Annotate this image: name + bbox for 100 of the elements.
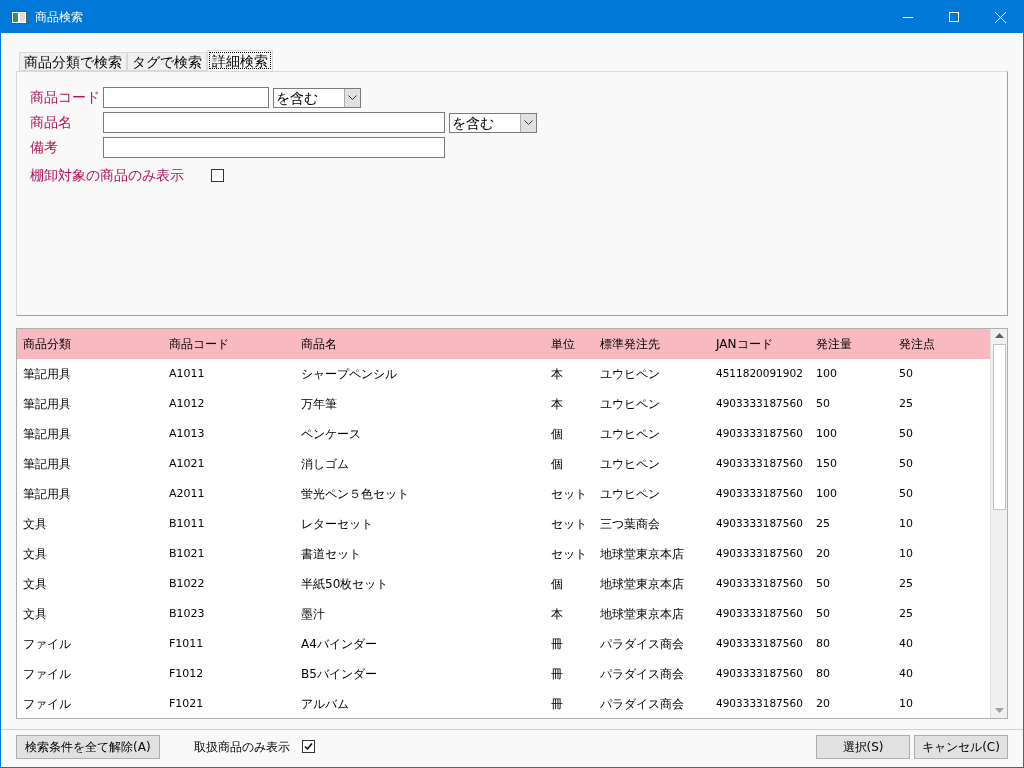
text-field[interactable] xyxy=(103,87,269,108)
table-cell-text: 4903333187560 xyxy=(715,456,804,472)
table-cell-text: レターセット xyxy=(300,516,374,533)
table-cell-text: 筆記用具 xyxy=(22,396,72,413)
handled-only-label: 取扱商品のみ表示 xyxy=(193,738,290,756)
table-cell-text: F1011 xyxy=(168,635,205,652)
tab[interactable]: タグで検索 xyxy=(127,52,207,71)
table-cell-text: 本 xyxy=(550,606,564,623)
table-cell-text: 80 xyxy=(815,665,831,682)
table-cell-text: 墨汁 xyxy=(300,606,326,623)
table-cell-text: シャープペンシル xyxy=(300,366,398,383)
table-cell-text: B1022 xyxy=(168,575,206,592)
table-cell-text: A1012 xyxy=(168,395,206,412)
scrollbar[interactable] xyxy=(990,329,1007,718)
table-cell-text: F1021 xyxy=(168,695,205,712)
filter-label: 商品コード xyxy=(30,88,101,107)
table-cell-text: 50 xyxy=(815,395,831,412)
table-cell-text: 4903333187560 xyxy=(715,516,804,532)
scroll-up-icon[interactable] xyxy=(994,333,1004,338)
app-icon xyxy=(11,10,27,24)
table-cell-text: 25 xyxy=(898,575,914,592)
operator-select[interactable]: を含む xyxy=(273,87,361,108)
table-cell-text: 100 xyxy=(815,425,838,442)
table-cell-text: 4903333187560 xyxy=(715,546,804,562)
checkbox[interactable] xyxy=(211,168,224,182)
filter-label: 商品名 xyxy=(30,113,73,132)
tab[interactable]: 詳細検索 xyxy=(207,50,273,71)
table-cell-text: 筆記用具 xyxy=(22,486,72,503)
scroll-thumb[interactable] xyxy=(992,344,1006,510)
table-cell-text: 万年筆 xyxy=(300,396,338,413)
table-cell-text: 筆記用具 xyxy=(22,456,72,473)
table-cell-text: 25 xyxy=(898,605,914,622)
table-cell-text: 4903333187560 xyxy=(715,696,804,712)
table-cell-text: 4903333187560 xyxy=(715,606,804,622)
table-cell-text: パラダイス商会 xyxy=(599,666,685,683)
clear-conditions-button[interactable]: 検索条件を全て解除(A) xyxy=(16,734,160,759)
text-field[interactable] xyxy=(103,112,445,133)
table-cell-text: ユウヒペン xyxy=(599,396,661,413)
dropdown-icon xyxy=(344,88,360,107)
table-cell-text: 10 xyxy=(898,695,914,712)
table-cell-text: 個 xyxy=(550,456,564,473)
column-header[interactable]: 商品コード xyxy=(163,335,295,353)
column-header[interactable]: 発注点 xyxy=(893,335,973,353)
table-cell-text: F1012 xyxy=(168,665,205,682)
table-cell-text: 50 xyxy=(898,485,914,502)
column-header[interactable]: 単位 xyxy=(545,335,594,353)
scroll-down-icon[interactable] xyxy=(994,708,1004,713)
filter-label: 備考 xyxy=(30,138,59,157)
table-cell-text: ファイル xyxy=(22,636,72,653)
column-header[interactable]: 商品名 xyxy=(295,335,545,353)
table-cell-text: 蛍光ペン５色セット xyxy=(300,486,410,503)
column-header[interactable]: 発注量 xyxy=(810,335,893,353)
column-header[interactable]: 標準発注先 xyxy=(594,335,710,353)
checkbox[interactable] xyxy=(301,740,315,753)
table-cell-text: 100 xyxy=(815,365,838,382)
table-cell-text: B1011 xyxy=(168,515,206,532)
table-cell-text: 50 xyxy=(898,425,914,442)
table-cell-text: 書道セット xyxy=(300,546,362,563)
table-cell-text: 50 xyxy=(898,365,914,382)
table-cell-text: 80 xyxy=(815,635,831,652)
table-cell-text: 冊 xyxy=(550,696,564,713)
table-cell-text: 4903333187560 xyxy=(715,666,804,682)
column-header[interactable]: 商品分類 xyxy=(17,335,163,353)
tab[interactable]: 商品分類で検索 xyxy=(19,52,127,71)
table-cell-text: ユウヒペン xyxy=(599,366,661,383)
table-cell-text: ペンケース xyxy=(300,426,362,443)
table-cell-text: 消しゴム xyxy=(300,456,350,473)
table-cell-text: パラダイス商会 xyxy=(599,636,685,653)
table-cell-text: 50 xyxy=(898,455,914,472)
dialog-button[interactable]: キャンセル(C) xyxy=(914,734,1008,759)
text-field[interactable] xyxy=(103,137,445,158)
table-cell-text: A1011 xyxy=(168,365,206,382)
table-cell-text: 地球堂東京本店 xyxy=(599,546,685,563)
table-cell-text: セット xyxy=(550,486,588,503)
table-cell-text: 4511820091902 xyxy=(715,366,804,382)
table-cell-text: 文具 xyxy=(22,546,48,563)
table-cell-text: パラダイス商会 xyxy=(599,696,685,713)
table-cell-text: 本 xyxy=(550,396,564,413)
table-cell-text: 文具 xyxy=(22,516,48,533)
table-cell-text: 50 xyxy=(815,575,831,592)
table-cell-text: 50 xyxy=(815,605,831,622)
table-cell-text: 冊 xyxy=(550,666,564,683)
table-cell-text: ファイル xyxy=(22,666,72,683)
table-cell-text: 文具 xyxy=(22,606,48,623)
table-cell-text: 25 xyxy=(815,515,831,532)
dialog-button[interactable]: 選択(S) xyxy=(816,734,910,759)
operator-select[interactable]: を含む xyxy=(449,112,537,133)
table-cell-text: B1023 xyxy=(168,605,206,622)
table-cell-text: A2011 xyxy=(168,485,206,502)
table-cell-text: B1021 xyxy=(168,545,206,562)
table-cell-text: 40 xyxy=(898,665,914,682)
table-cell-text: ファイル xyxy=(22,696,72,713)
table-cell-text: ユウヒペン xyxy=(599,456,661,473)
column-header[interactable]: JANコード xyxy=(710,335,810,353)
table-cell-text: 4903333187560 xyxy=(715,486,804,502)
table-cell-text: 地球堂東京本店 xyxy=(599,576,685,593)
close-icon xyxy=(994,11,1006,23)
table-cell-text: B5バインダー xyxy=(300,666,378,683)
table-cell-text: 個 xyxy=(550,576,564,593)
filter-label: 棚卸対象の商品のみ表示 xyxy=(30,165,184,185)
